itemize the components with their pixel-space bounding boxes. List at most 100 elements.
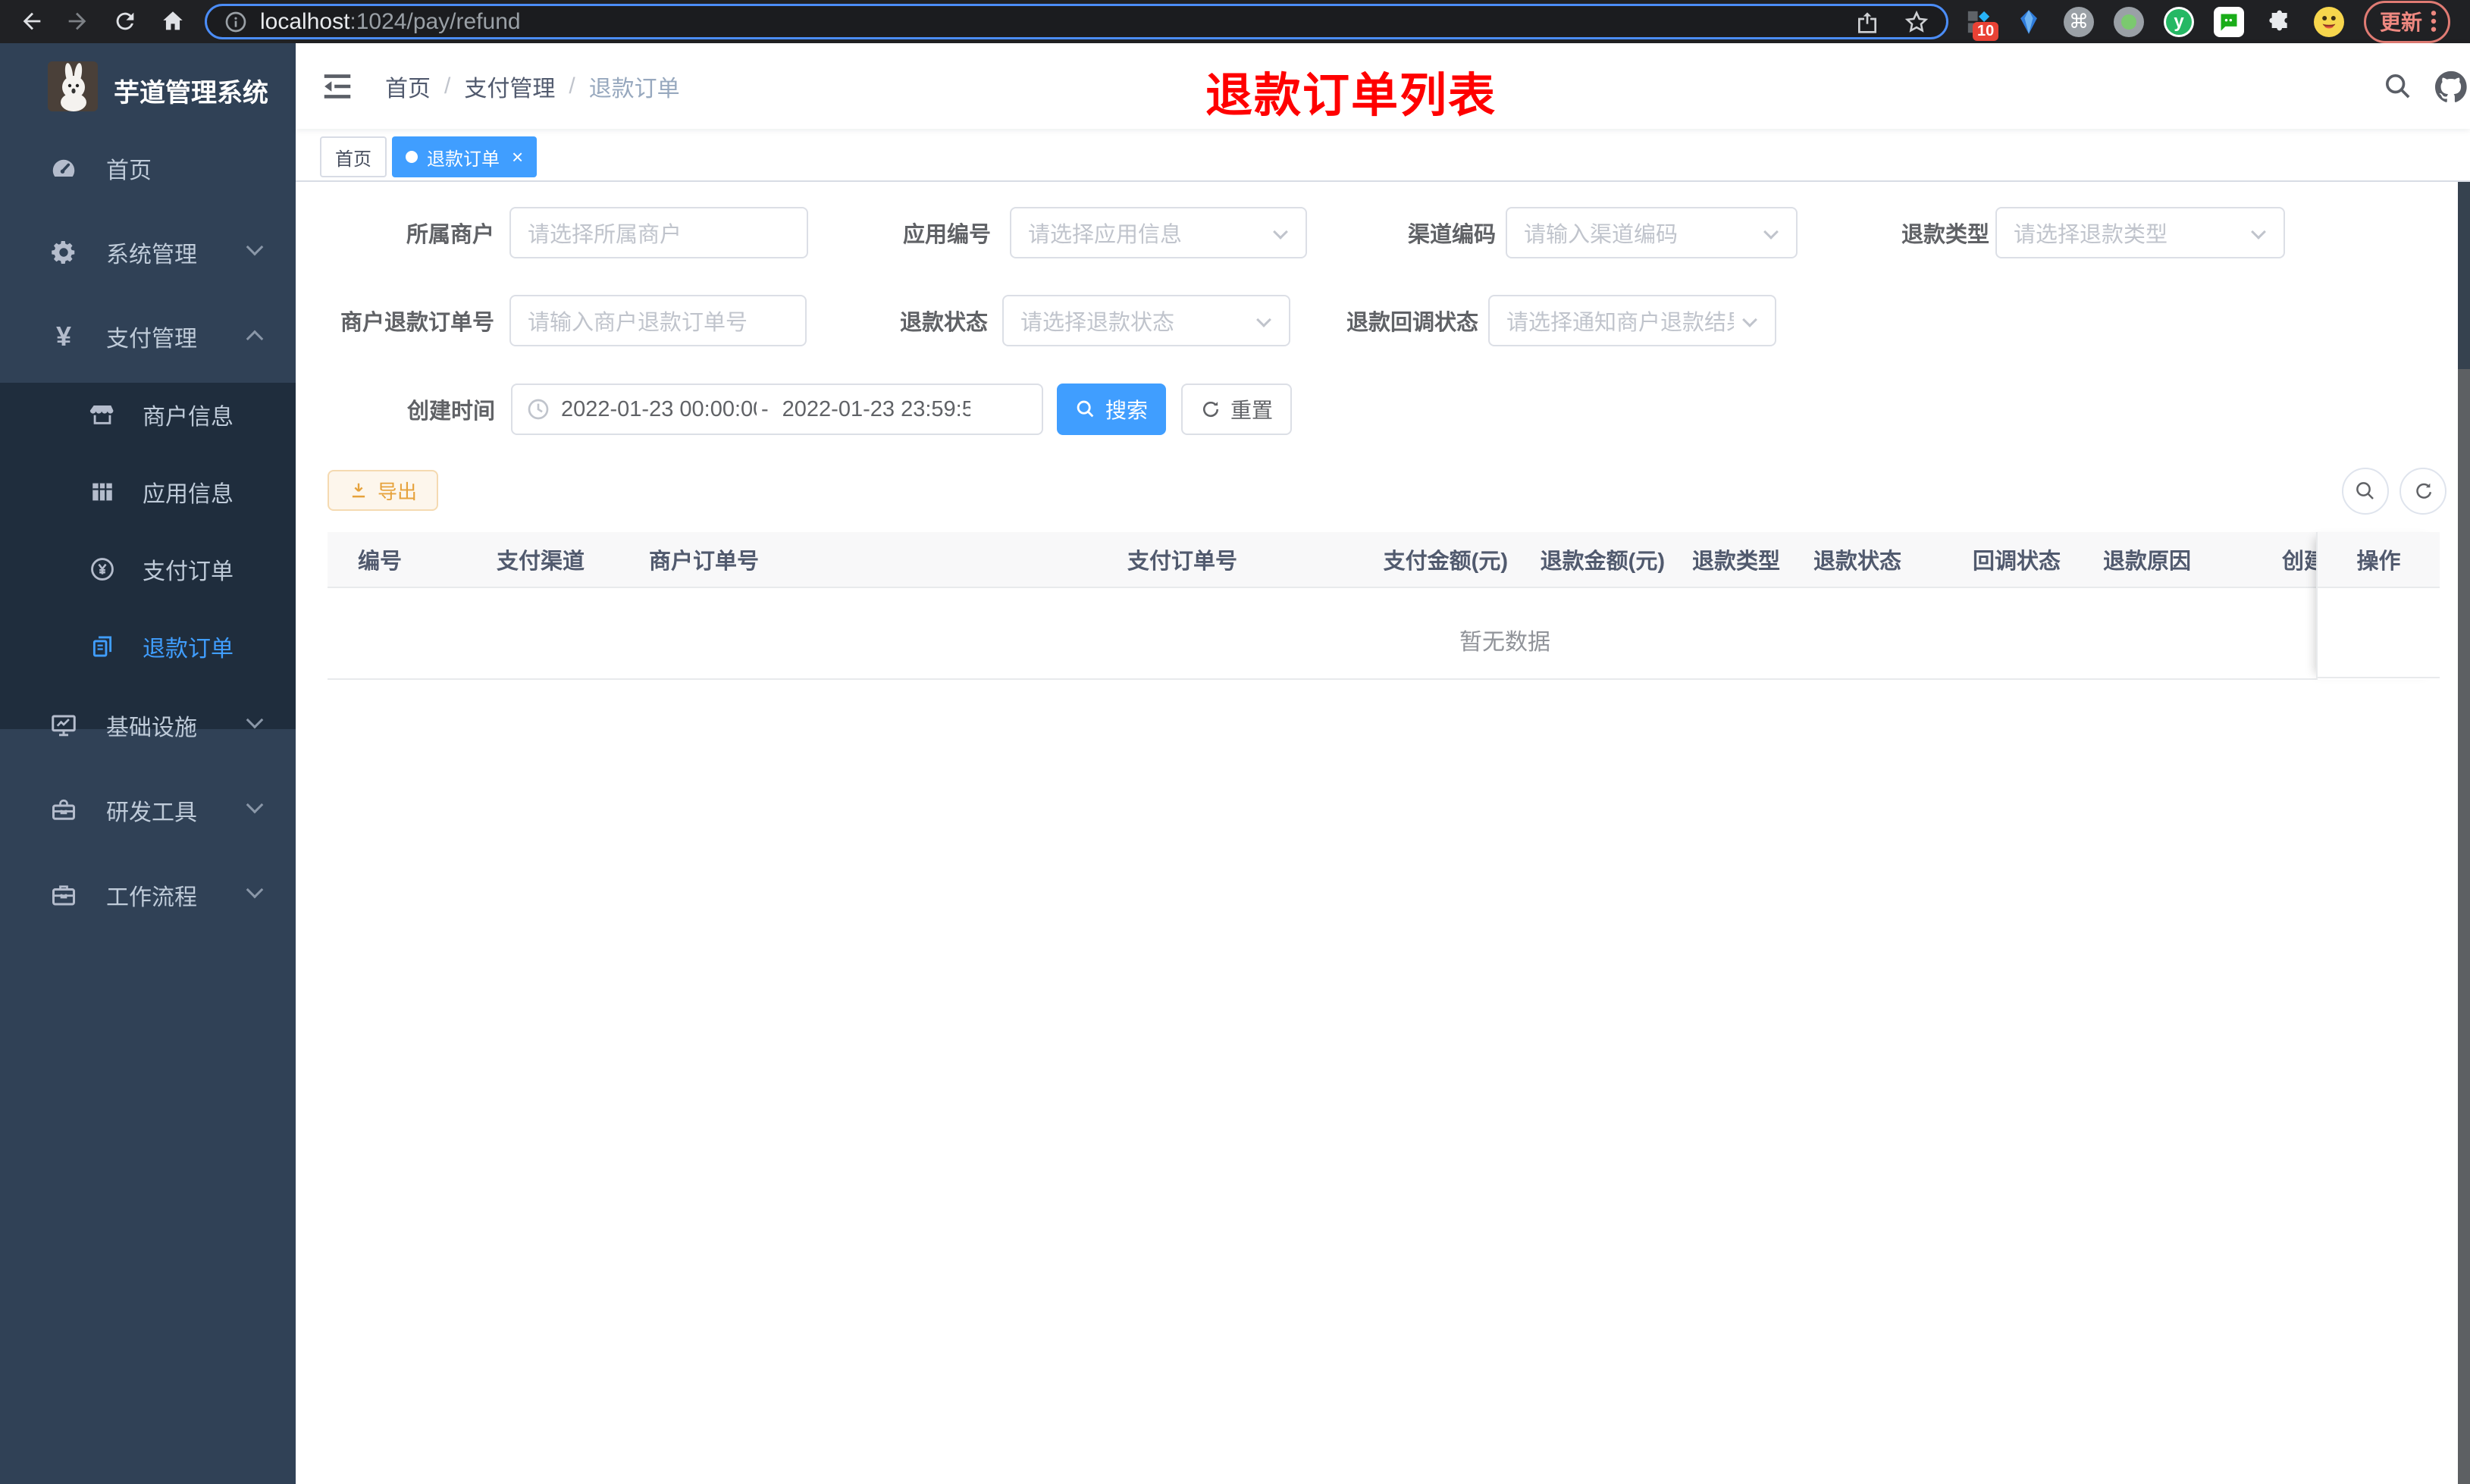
extension-icon[interactable]	[2114, 6, 2144, 37]
sidebar-item-label: 研发工具	[106, 800, 197, 825]
placeholder-text: 请输入渠道编码	[1524, 223, 1679, 247]
tag-home[interactable]: 首页	[320, 136, 387, 177]
merchant-input[interactable]: 请选择所属商户	[509, 207, 808, 258]
url-host: localhost	[260, 8, 350, 34]
date-range-separator: -	[761, 396, 769, 421]
end-date-value[interactable]: 2022-01-23 23:59:59	[782, 397, 970, 422]
table-header: 编号 支付渠道 商户订单号 支付订单号 支付金额(元) 退款金额(元) 退款类型…	[328, 532, 2316, 588]
chevron-down-icon	[246, 881, 264, 899]
placeholder-text: 请输入商户退款订单号	[528, 311, 748, 335]
yen-circle-icon	[89, 556, 115, 582]
placeholder-text: 请选择退款类型	[2014, 223, 2168, 247]
refresh-table-button[interactable]	[2399, 468, 2446, 515]
table-empty-row	[328, 588, 2316, 680]
tags-view-bar: 首页 退款订单 ×	[296, 129, 2470, 182]
sidebar-item-pay[interactable]: ¥ 支付管理	[0, 295, 296, 378]
breadcrumb-item[interactable]: 支付管理	[464, 70, 555, 103]
sidebar-item-label: 应用信息	[143, 482, 234, 507]
download-icon	[352, 483, 365, 498]
yen-icon: ¥	[55, 321, 72, 352]
chevron-down-icon	[246, 238, 264, 256]
refresh-icon	[2416, 483, 2432, 499]
bookmark-star-icon[interactable]	[1904, 9, 1929, 35]
browser-forward-icon[interactable]	[62, 6, 92, 36]
column-header: 编号	[358, 549, 403, 574]
sidebar-item-merchant-info[interactable]: 商户信息	[0, 377, 296, 452]
chevron-down-icon	[1256, 312, 1271, 327]
extensions-puzzle-icon[interactable]	[2264, 7, 2294, 37]
export-button[interactable]: 导出	[328, 470, 438, 511]
reset-button-label: 重置	[1230, 399, 1273, 422]
browser-reload-icon[interactable]	[110, 6, 140, 36]
refund-status-select[interactable]: 请选择退款状态	[1002, 295, 1290, 346]
browser-scrollbar[interactable]	[2458, 43, 2470, 1484]
reset-button[interactable]: 重置	[1181, 384, 1292, 435]
placeholder-text: 请选择应用信息	[1028, 223, 1183, 247]
search-button[interactable]: 搜索	[1057, 384, 1166, 435]
browser-home-icon[interactable]	[158, 6, 188, 36]
notify-status-select[interactable]: 请选择通知商户退款结果	[1488, 295, 1776, 346]
chevron-down-icon	[246, 711, 264, 729]
breadcrumb-current: 退款订单	[588, 76, 680, 102]
sidebar-item-refund-order[interactable]: 退款订单	[0, 609, 296, 684]
close-icon[interactable]: ×	[512, 147, 523, 167]
app-select[interactable]: 请选择应用信息	[1010, 207, 1307, 258]
show-search-toggle-button[interactable]	[2342, 468, 2389, 515]
kebab-menu-icon[interactable]	[2430, 9, 2437, 33]
browser-back-icon[interactable]	[17, 6, 47, 36]
placeholder-text: 请选择退款状态	[1020, 311, 1175, 335]
search-icon[interactable]	[2382, 70, 2414, 102]
sidebar-item-label: 工作流程	[106, 885, 197, 910]
column-header: 支付订单号	[1127, 549, 1238, 574]
sidebar-collapse-icon[interactable]	[320, 69, 355, 104]
site-info-icon[interactable]	[224, 10, 248, 34]
sidebar-item-app-info[interactable]: 应用信息	[0, 454, 296, 530]
extension-icon[interactable]: y	[2164, 6, 2194, 37]
emoji-avatar-icon[interactable]	[2314, 6, 2344, 37]
sidebar-submenu: 商户信息 应用信息 支付订单 退款订单	[0, 383, 296, 729]
export-button-label: 导出	[377, 480, 417, 503]
refund-type-select[interactable]: 请选择退款类型	[1995, 207, 2285, 258]
github-icon[interactable]	[2435, 70, 2467, 102]
chevron-down-icon	[1763, 224, 1779, 240]
filter-label: 应用编号	[902, 223, 991, 247]
extension-icon[interactable]	[2214, 6, 2244, 37]
channel-select[interactable]: 请输入渠道编码	[1506, 207, 1798, 258]
share-icon[interactable]	[1855, 10, 1879, 34]
filter-label: 退款类型	[1901, 223, 1989, 247]
column-header: 退款原因	[2103, 549, 2192, 574]
sidebar-item-home[interactable]: 首页	[0, 127, 296, 210]
extension-icon[interactable]: ⌘	[2064, 6, 2094, 37]
sidebar-item-label: 商户信息	[143, 405, 234, 430]
placeholder-text: 请选择所属商户	[528, 223, 682, 247]
browser-chrome: localhost :1024/pay/refund 10 ⌘ y 更新	[0, 0, 2470, 43]
sidebar-item-pay-order[interactable]: 支付订单	[0, 531, 296, 607]
sidebar-item-label: 首页	[106, 158, 152, 183]
create-time-range-picker[interactable]: 2022-01-23 00:00:00 - 2022-01-23 23:59:5…	[511, 384, 1043, 435]
extension-icon[interactable]	[2014, 7, 2044, 37]
breadcrumb-item[interactable]: 首页	[385, 70, 431, 103]
fixed-action-column: 操作	[2316, 532, 2440, 680]
url-bar[interactable]: localhost :1024/pay/refund	[205, 4, 1948, 39]
sidebar-item-workflow[interactable]: 工作流程	[0, 853, 296, 937]
sidebar-item-infra[interactable]: 基础设施	[0, 684, 296, 767]
column-header: 操作	[2356, 549, 2401, 574]
tag-refund-order[interactable]: 退款订单 ×	[392, 136, 538, 177]
top-navbar: 首页 / 支付管理 / 退款订单 退款订单列表 ? TT	[296, 43, 2470, 129]
update-label: 更新	[2380, 10, 2423, 34]
extension-icon[interactable]: 10	[1964, 7, 1999, 41]
column-header: 退款类型	[1692, 549, 1781, 574]
column-header: 商户订单号	[649, 549, 760, 574]
start-date-value[interactable]: 2022-01-23 00:00:00	[561, 397, 757, 422]
sidebar-item-devtools[interactable]: 研发工具	[0, 769, 296, 852]
browser-update-button[interactable]: 更新	[2364, 0, 2451, 43]
sidebar-item-system[interactable]: 系统管理	[0, 211, 296, 294]
filter-label: 退款状态	[899, 311, 988, 335]
merchant-refund-no-input[interactable]: 请输入商户退款订单号	[509, 295, 807, 346]
breadcrumb-separator: /	[569, 73, 575, 99]
sidebar: 芋道管理系统 首页 系统管理 ¥ 支付管理 商户信息 应用信息 支付订单 退款订…	[0, 43, 296, 1484]
clock-icon	[528, 399, 549, 420]
url-path: :1024/pay/refund	[349, 8, 521, 34]
search-icon	[2356, 482, 2374, 499]
sidebar-item-label: 支付管理	[106, 327, 197, 352]
